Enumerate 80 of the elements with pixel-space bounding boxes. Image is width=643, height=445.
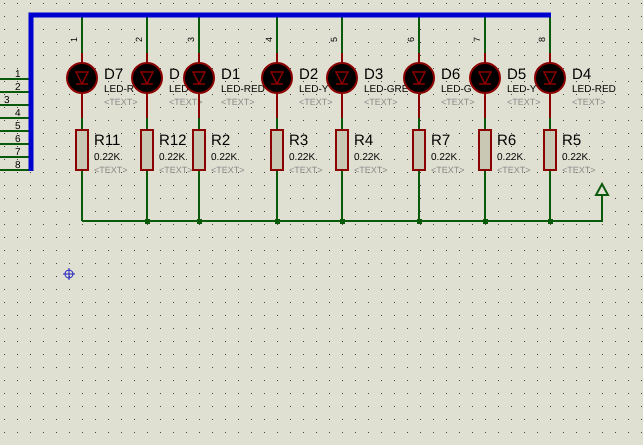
component-value: LED-GRE: [364, 84, 408, 95]
placeholder-text: <TEXT>: [562, 165, 596, 175]
pin-number: 2: [134, 36, 144, 42]
pin-number: 7: [472, 36, 482, 42]
placeholder-text: <TEXT>: [299, 97, 333, 107]
component-name: D5: [507, 66, 526, 83]
component-name: D7: [104, 66, 124, 83]
component-name: R2: [211, 132, 230, 149]
component-name: R4: [354, 132, 374, 149]
component-value: 0.22K: [431, 152, 458, 163]
resistor-symbol: [140, 129, 154, 171]
component-value: LED-RED: [221, 84, 265, 95]
wire: [0, 143, 31, 145]
placeholder-text: <TEXT>: [159, 165, 193, 175]
component-name: R11: [94, 132, 120, 149]
pin-number: 5: [329, 36, 339, 42]
resistor-symbol: [335, 129, 349, 171]
placeholder-text: <TEXT>: [364, 97, 398, 107]
pin-number: 5: [15, 121, 21, 132]
component-value: 0.22K: [562, 152, 588, 163]
component-name: R5: [562, 132, 582, 149]
component-value: 0.22K: [211, 152, 238, 163]
component-name: D3: [364, 66, 384, 83]
component-value: LED-RED: [572, 84, 616, 95]
pin-number: 6: [406, 36, 416, 42]
placeholder-text: <TEXT>: [441, 97, 475, 107]
placeholder-text: <TEXT>: [211, 165, 245, 175]
component-value: 0.22K: [159, 152, 186, 163]
pin-number: 3: [4, 95, 10, 106]
component-value: LED-Y: [507, 84, 536, 95]
component-name: R7: [431, 132, 450, 149]
component-value: LED-Y: [299, 84, 328, 95]
component-value: LED-G: [441, 84, 472, 95]
placeholder-text: <TEXT>: [497, 165, 531, 175]
component-name: R3: [289, 132, 308, 149]
wire: [0, 104, 31, 106]
component-value: 0.22K: [497, 152, 524, 163]
component-name: R6: [497, 132, 516, 149]
resistor-symbol: [75, 129, 89, 171]
component-name: R12: [159, 132, 187, 149]
pin-number: 1: [15, 69, 21, 80]
component-name: D2: [299, 66, 318, 83]
resistor-symbol: [478, 129, 492, 171]
terminal-arrow-icon: [594, 183, 609, 198]
pin-number: 8: [537, 36, 547, 42]
component-value: 0.22K: [354, 152, 380, 163]
resistor-symbol: [543, 129, 557, 171]
placeholder-text: <TEXT>: [572, 97, 606, 107]
component-name: D1: [221, 66, 240, 83]
wire: [0, 169, 31, 171]
wire: [0, 91, 31, 93]
wire: [0, 78, 31, 80]
resistor-symbol: [192, 129, 206, 171]
component-name: D6: [441, 66, 460, 83]
wire: [0, 130, 31, 132]
pin-number: 7: [15, 147, 21, 158]
placeholder-text: <TEXT>: [94, 165, 128, 175]
pin-number: 3: [186, 36, 196, 42]
placeholder-text: <TEXT>: [354, 165, 388, 175]
pin-number: 4: [264, 36, 274, 42]
component-value: 0.22K: [94, 152, 120, 163]
pin-number: 8: [15, 160, 21, 171]
component-name: D4: [572, 66, 592, 83]
resistor-symbol: [270, 129, 284, 171]
wire: [0, 156, 31, 158]
placeholder-text: <TEXT>: [221, 97, 255, 107]
crosshair-icon: [62, 268, 76, 280]
placeholder-text: <TEXT>: [507, 97, 541, 107]
component-value: 0.22K: [289, 152, 316, 163]
pin-number: 6: [15, 134, 21, 145]
component-value: LED-R: [104, 84, 134, 95]
component-name: D: [169, 66, 180, 83]
placeholder-text: <TEXT>: [289, 165, 323, 175]
pin-number: 4: [15, 108, 21, 119]
pin-number: 2: [15, 82, 21, 93]
pin-number: 1: [69, 36, 79, 42]
placeholder-text: <TEXT>: [104, 97, 138, 107]
resistor-symbol: [412, 129, 426, 171]
wire: [0, 117, 31, 119]
placeholder-text: <TEXT>: [431, 165, 465, 175]
